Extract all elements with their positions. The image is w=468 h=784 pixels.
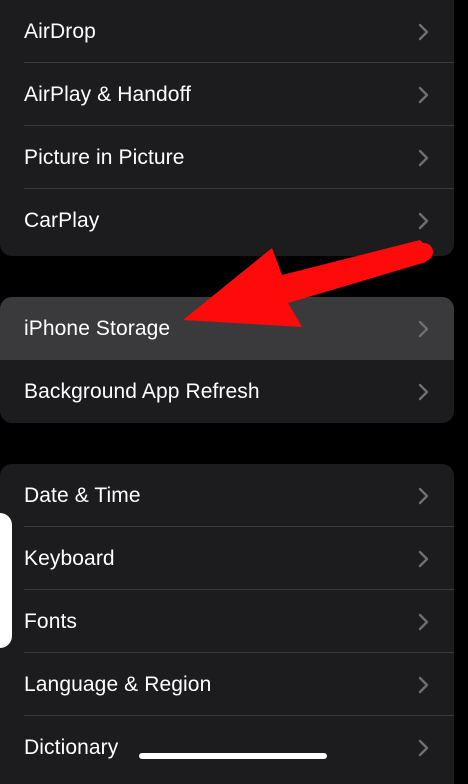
settings-group-storage: iPhone Storage Background App Refresh (0, 297, 454, 423)
fonts-row[interactable]: Fonts (0, 590, 454, 653)
airdrop-row[interactable]: AirDrop (0, 0, 454, 63)
background-app-refresh-row[interactable]: Background App Refresh (0, 360, 454, 423)
row-label: Keyboard (24, 546, 115, 570)
settings-group-connectivity: AirDrop AirPlay & Handoff Picture in Pic… (0, 0, 454, 256)
row-label: Picture in Picture (24, 145, 185, 169)
row-label: CarPlay (24, 208, 100, 232)
home-indicator[interactable] (139, 753, 327, 759)
chevron-right-icon (418, 212, 429, 229)
row-label: iPhone Storage (24, 316, 171, 340)
dictionary-row[interactable]: Dictionary (0, 716, 454, 779)
chevron-right-icon (418, 613, 429, 630)
keyboard-row[interactable]: Keyboard (0, 527, 454, 590)
row-label: Date & Time (24, 483, 141, 507)
row-label: Dictionary (24, 735, 119, 759)
chevron-right-icon (418, 676, 429, 693)
chevron-right-icon (418, 550, 429, 567)
date-time-row[interactable]: Date & Time (0, 464, 454, 527)
settings-group-locale: Date & Time Keyboard Fonts Language & Re… (0, 464, 454, 784)
chevron-right-icon (418, 739, 429, 756)
airplay-handoff-row[interactable]: AirPlay & Handoff (0, 63, 454, 126)
row-label: AirDrop (24, 19, 96, 43)
chevron-right-icon (418, 320, 429, 337)
chevron-right-icon (418, 23, 429, 40)
carplay-row[interactable]: CarPlay (0, 189, 454, 252)
language-region-row[interactable]: Language & Region (0, 653, 454, 716)
side-edge-tab (0, 513, 12, 648)
row-label: AirPlay & Handoff (24, 82, 192, 106)
picture-in-picture-row[interactable]: Picture in Picture (0, 126, 454, 189)
chevron-right-icon (418, 487, 429, 504)
row-label: Background App Refresh (24, 379, 260, 403)
row-label: Language & Region (24, 672, 212, 696)
iphone-storage-row[interactable]: iPhone Storage (0, 297, 454, 360)
row-label: Fonts (24, 609, 78, 633)
chevron-right-icon (418, 86, 429, 103)
chevron-right-icon (418, 383, 429, 400)
chevron-right-icon (418, 149, 429, 166)
